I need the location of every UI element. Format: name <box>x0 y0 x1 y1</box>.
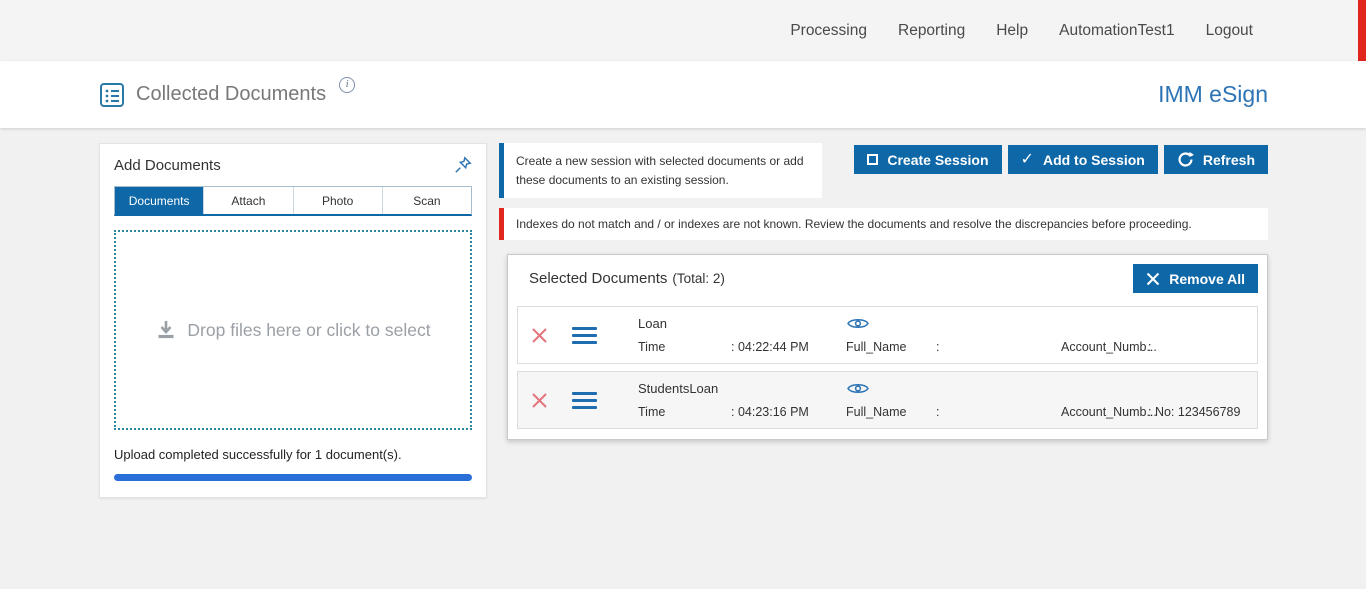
time-value: : 04:22:44 PM <box>731 340 809 354</box>
add-to-session-button[interactable]: ✓ Add to Session <box>1008 145 1158 174</box>
document-name: Loan <box>638 316 667 331</box>
full-name-value: : <box>936 405 939 419</box>
account-number-value: : No: 123456789 <box>1148 405 1240 419</box>
dropzone-label: Drop files here or click to select <box>187 320 430 341</box>
nav-item-processing[interactable]: Processing <box>790 22 867 40</box>
main-content: Add Documents Documents Attach Photo Sca… <box>0 128 1366 589</box>
full-name-value: : <box>936 340 939 354</box>
nav-item-reporting[interactable]: Reporting <box>898 22 965 40</box>
full-name-label: Full_Name <box>846 405 936 419</box>
document-name: StudentsLoan <box>638 381 718 396</box>
account-number-label: Account_Numb... <box>1061 340 1148 354</box>
session-info-message: Create a new session with selected docum… <box>499 143 822 198</box>
tab-attach[interactable]: Attach <box>204 187 293 214</box>
create-session-button[interactable]: Create Session <box>854 145 1001 174</box>
square-icon <box>867 154 878 165</box>
index-warning-message: Indexes do not match and / or indexes ar… <box>499 208 1268 240</box>
account-number-value: : <box>1148 340 1151 354</box>
remove-all-label: Remove All <box>1169 271 1245 287</box>
session-column: Create a new session with selected docum… <box>499 143 1268 440</box>
add-documents-title: Add Documents <box>114 157 221 174</box>
app-header: Collected Documents i IMM eSign <box>0 61 1366 128</box>
nav-item-help[interactable]: Help <box>996 22 1028 40</box>
tab-photo[interactable]: Photo <box>294 187 383 214</box>
preview-eye-icon[interactable] <box>846 316 870 331</box>
pin-icon[interactable] <box>454 156 472 174</box>
account-number-label: Account_Numb... <box>1061 405 1148 419</box>
refresh-label: Refresh <box>1203 152 1255 168</box>
selected-documents-total: (Total: 2) <box>672 271 725 286</box>
document-row: Loan Time : 04:22:44 PM <box>517 306 1258 364</box>
top-nav: Processing Reporting Help AutomationTest… <box>0 0 1366 61</box>
add-to-session-label: Add to Session <box>1043 152 1145 168</box>
remove-all-button[interactable]: Remove All <box>1133 264 1258 293</box>
brand-logo: IMM eSign <box>1158 81 1268 108</box>
remove-document-icon[interactable] <box>531 327 548 344</box>
drag-handle-icon[interactable] <box>572 392 597 409</box>
time-value: : 04:23:16 PM <box>731 405 809 419</box>
refresh-button[interactable]: Refresh <box>1164 145 1268 174</box>
remove-document-icon[interactable] <box>531 392 548 409</box>
red-accent-strip <box>1358 0 1366 61</box>
page-title: Collected Documents <box>136 83 326 106</box>
refresh-icon <box>1177 151 1194 168</box>
upload-icon <box>155 319 177 341</box>
add-documents-card: Add Documents Documents Attach Photo Sca… <box>99 143 487 498</box>
upload-progress-bar <box>114 474 472 481</box>
nav-item-user[interactable]: AutomationTest1 <box>1059 22 1174 40</box>
add-documents-tabs: Documents Attach Photo Scan <box>114 186 472 216</box>
session-buttons: Create Session ✓ Add to Session Refresh <box>854 145 1268 174</box>
nav-item-logout[interactable]: Logout <box>1206 22 1253 40</box>
document-row: StudentsLoan Time : 04:23:16 PM <box>517 371 1258 429</box>
upload-status-text: Upload completed successfully for 1 docu… <box>114 447 472 462</box>
remove-all-x-icon <box>1146 272 1160 286</box>
preview-eye-icon[interactable] <box>846 381 870 396</box>
full-name-label: Full_Name <box>846 340 936 354</box>
collected-documents-icon <box>99 82 125 108</box>
selected-documents-panel: Selected Documents (Total: 2) Remove All <box>507 254 1268 440</box>
tab-documents[interactable]: Documents <box>115 187 204 214</box>
time-label: Time <box>638 340 731 354</box>
selected-documents-title: Selected Documents <box>529 270 667 287</box>
info-icon[interactable]: i <box>339 77 355 93</box>
time-label: Time <box>638 405 731 419</box>
file-dropzone[interactable]: Drop files here or click to select <box>114 230 472 430</box>
check-icon: ✓ <box>1021 152 1034 168</box>
create-session-label: Create Session <box>887 152 988 168</box>
drag-handle-icon[interactable] <box>572 327 597 344</box>
tab-scan[interactable]: Scan <box>383 187 471 214</box>
